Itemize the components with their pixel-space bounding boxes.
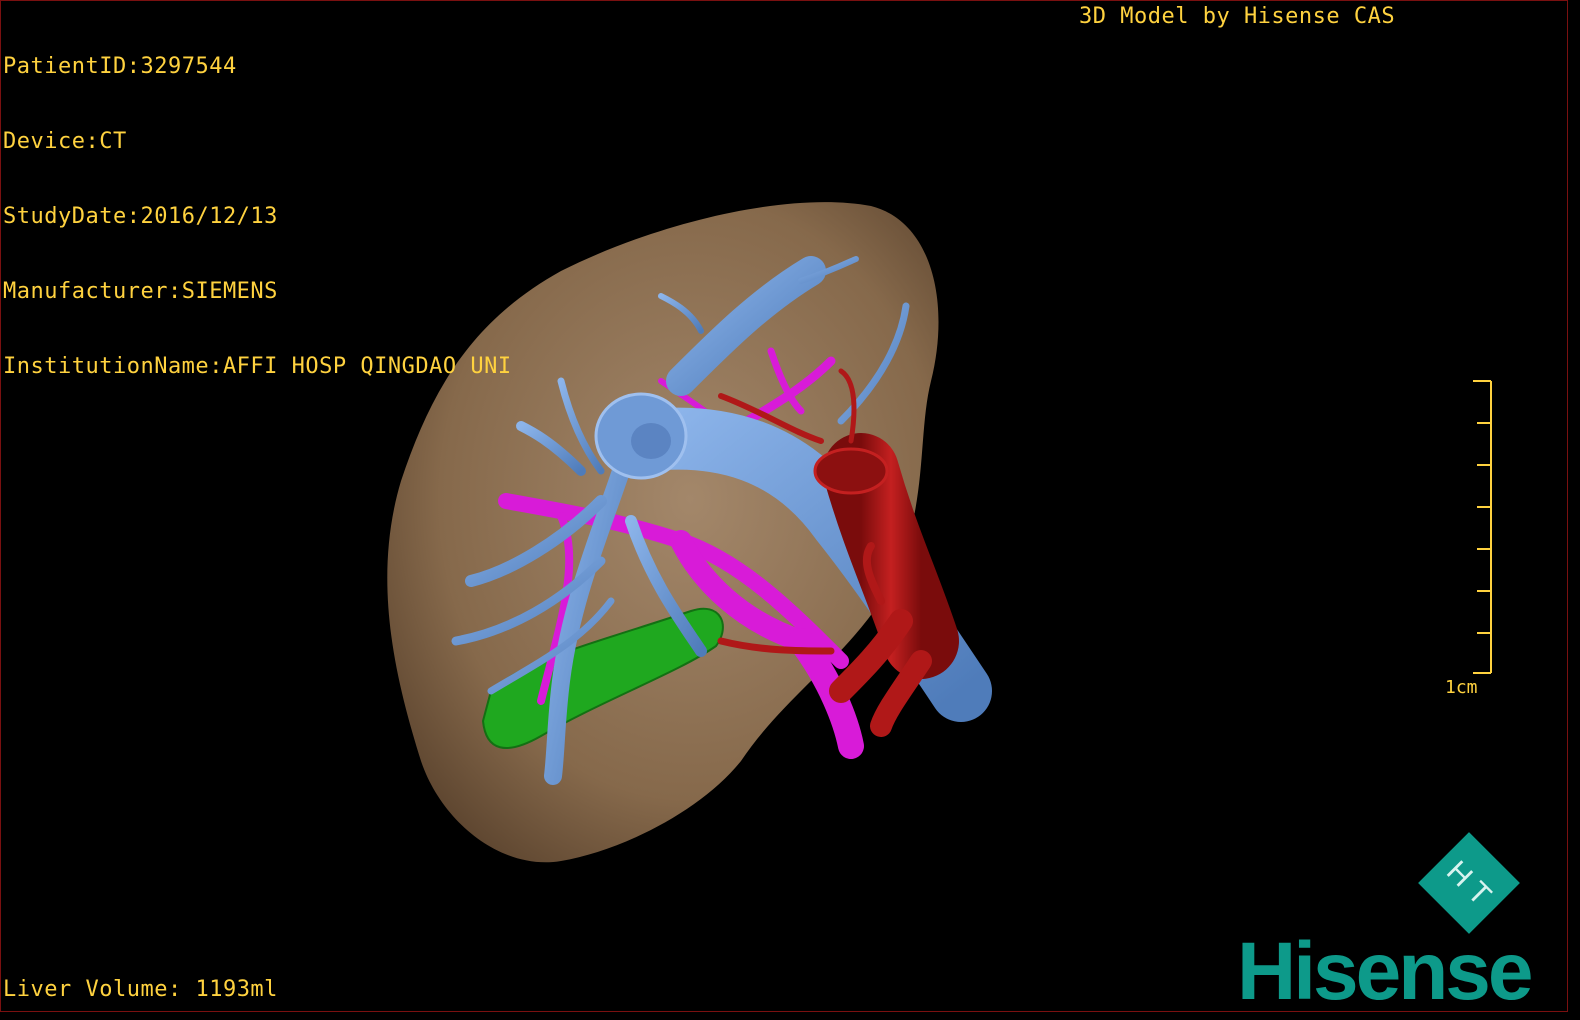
patient-id-line: PatientID:3297544 <box>3 54 237 79</box>
study-date-line: StudyDate:2016/12/13 <box>3 204 278 229</box>
hisense-brand-name: Hisense <box>1237 926 1534 1012</box>
artery-opening <box>813 447 889 495</box>
scale-bar <box>1473 380 1492 674</box>
manufacturer-line: Manufacturer:SIEMENS <box>3 279 278 304</box>
liver-volume-readout: Liver Volume: 1193ml <box>3 977 278 1002</box>
model-title: 3D Model by Hisense CAS <box>1079 4 1396 29</box>
3d-viewport[interactable]: H T PatientID:3297544 Device:CT StudyDat… <box>0 0 1568 1012</box>
device-line: Device:CT <box>3 129 127 154</box>
scale-bar-label: 1cm <box>1445 677 1478 698</box>
institution-line: InstitutionName:AFFI HOSP QINGDAO UNI <box>3 354 512 379</box>
hisense-logo-icon: H T <box>1418 832 1520 934</box>
patient-info-block: PatientID:3297544 Device:CT StudyDate:20… <box>3 4 512 429</box>
